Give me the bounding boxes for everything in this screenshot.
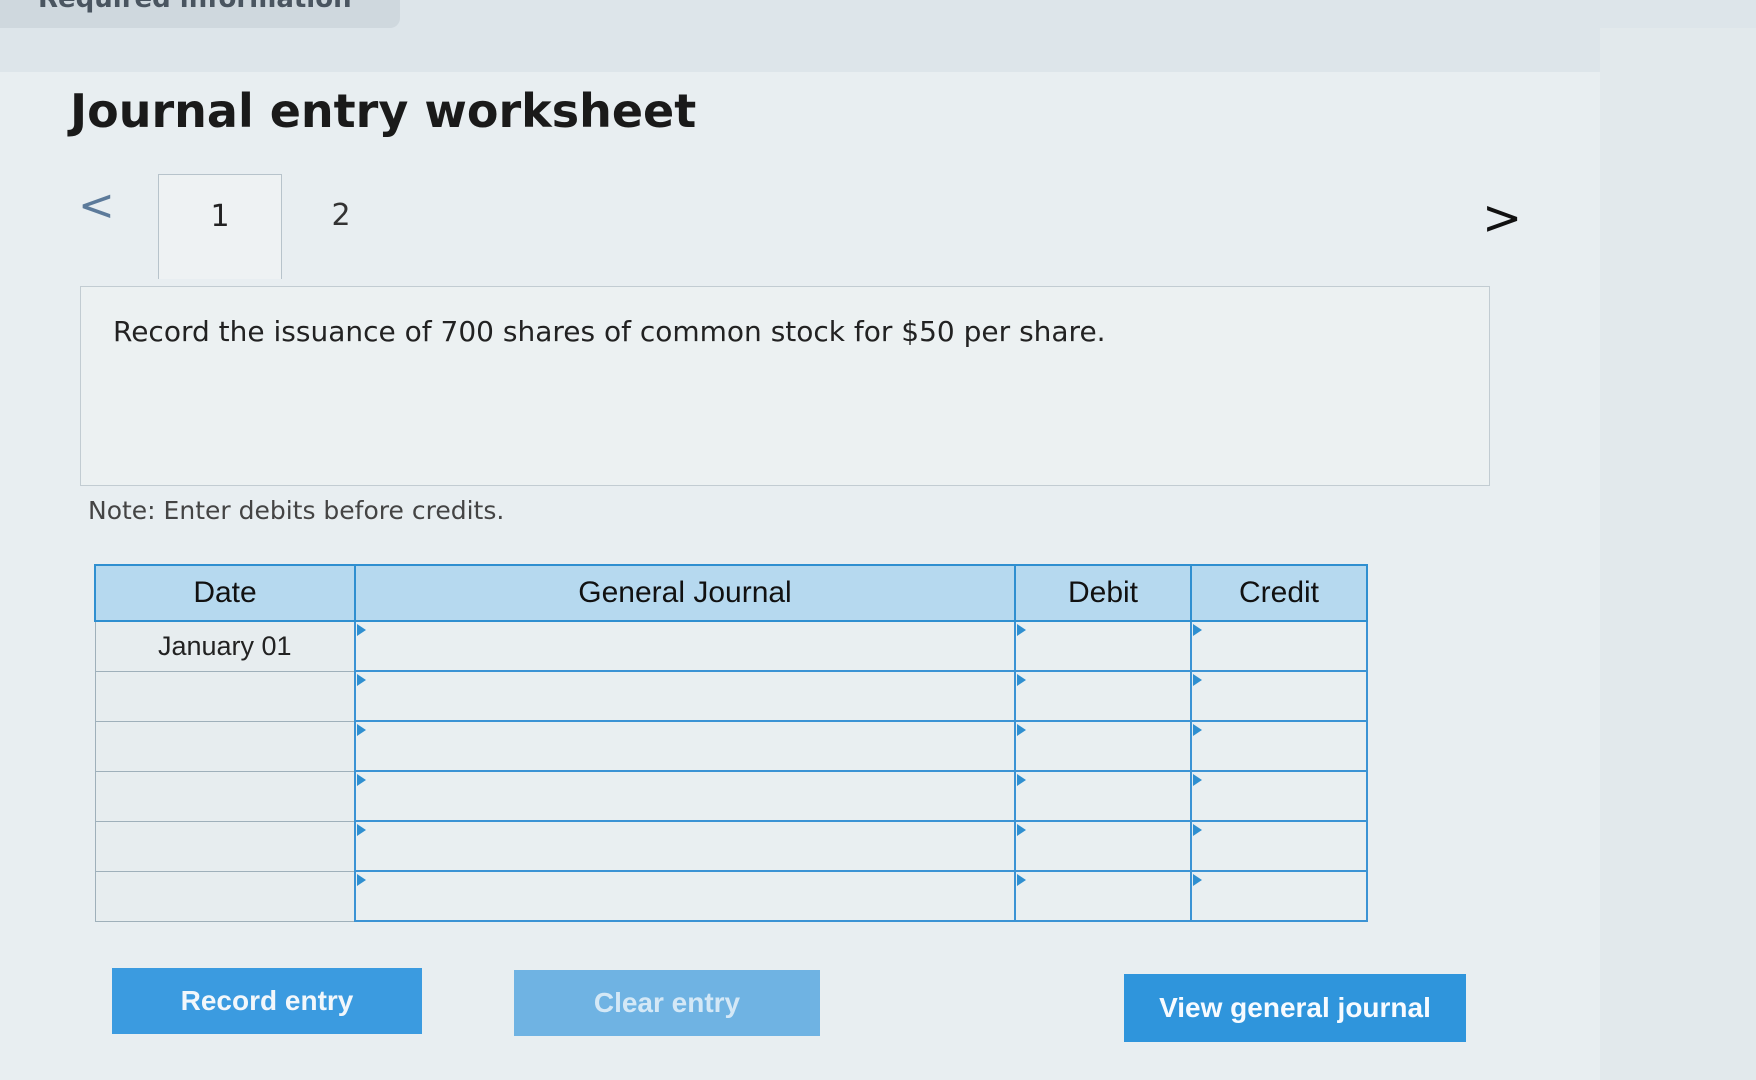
date-cell	[94, 670, 356, 722]
debit-input[interactable]	[1014, 620, 1192, 672]
table-row	[94, 720, 1368, 772]
date-cell	[94, 770, 356, 822]
record-entry-button[interactable]: Record entry	[112, 968, 422, 1034]
credit-input[interactable]	[1190, 770, 1368, 822]
account-input[interactable]	[354, 720, 1016, 772]
account-input[interactable]	[354, 820, 1016, 872]
date-cell: January 01	[94, 620, 356, 672]
tab-2[interactable]: 2	[286, 176, 396, 256]
required-information-label: Required information	[38, 0, 352, 14]
credit-input[interactable]	[1190, 870, 1368, 922]
previous-arrow-icon[interactable]: <	[78, 184, 115, 228]
journal-entry-table: Date General Journal Debit Credit Januar…	[94, 564, 1368, 922]
transaction-prompt-box: Record the issuance of 700 shares of com…	[80, 286, 1490, 486]
debit-input[interactable]	[1014, 820, 1192, 872]
date-cell	[94, 820, 356, 872]
credit-column-header: Credit	[1190, 564, 1368, 622]
credit-input[interactable]	[1190, 720, 1368, 772]
account-input[interactable]	[354, 770, 1016, 822]
account-input[interactable]	[354, 870, 1016, 922]
tab-1[interactable]: 1	[158, 174, 282, 279]
account-input[interactable]	[354, 620, 1016, 672]
date-cell	[94, 870, 356, 922]
table-row	[94, 820, 1368, 872]
entry-note: Note: Enter debits before credits.	[88, 496, 505, 525]
debit-input[interactable]	[1014, 720, 1192, 772]
table-row	[94, 870, 1368, 922]
credit-input[interactable]	[1190, 620, 1368, 672]
date-cell	[94, 720, 356, 772]
debit-column-header: Debit	[1014, 564, 1192, 622]
date-column-header: Date	[94, 564, 356, 622]
clear-entry-button[interactable]: Clear entry	[514, 970, 820, 1036]
account-input[interactable]	[354, 670, 1016, 722]
table-row: January 01	[94, 620, 1368, 672]
debit-input[interactable]	[1014, 770, 1192, 822]
table-row	[94, 670, 1368, 722]
credit-input[interactable]	[1190, 670, 1368, 722]
table-row	[94, 770, 1368, 822]
transaction-prompt-text: Record the issuance of 700 shares of com…	[113, 315, 1106, 348]
page-margin	[1600, 28, 1756, 1080]
required-information-tab[interactable]: Required information	[0, 0, 400, 28]
general-journal-column-header: General Journal	[354, 564, 1016, 622]
next-arrow-icon[interactable]: >	[1482, 194, 1522, 242]
debit-input[interactable]	[1014, 670, 1192, 722]
debit-input[interactable]	[1014, 870, 1192, 922]
credit-input[interactable]	[1190, 820, 1368, 872]
view-general-journal-button[interactable]: View general journal	[1124, 974, 1466, 1042]
page-title: Journal entry worksheet	[70, 84, 697, 138]
table-header-row: Date General Journal Debit Credit	[94, 564, 1368, 622]
